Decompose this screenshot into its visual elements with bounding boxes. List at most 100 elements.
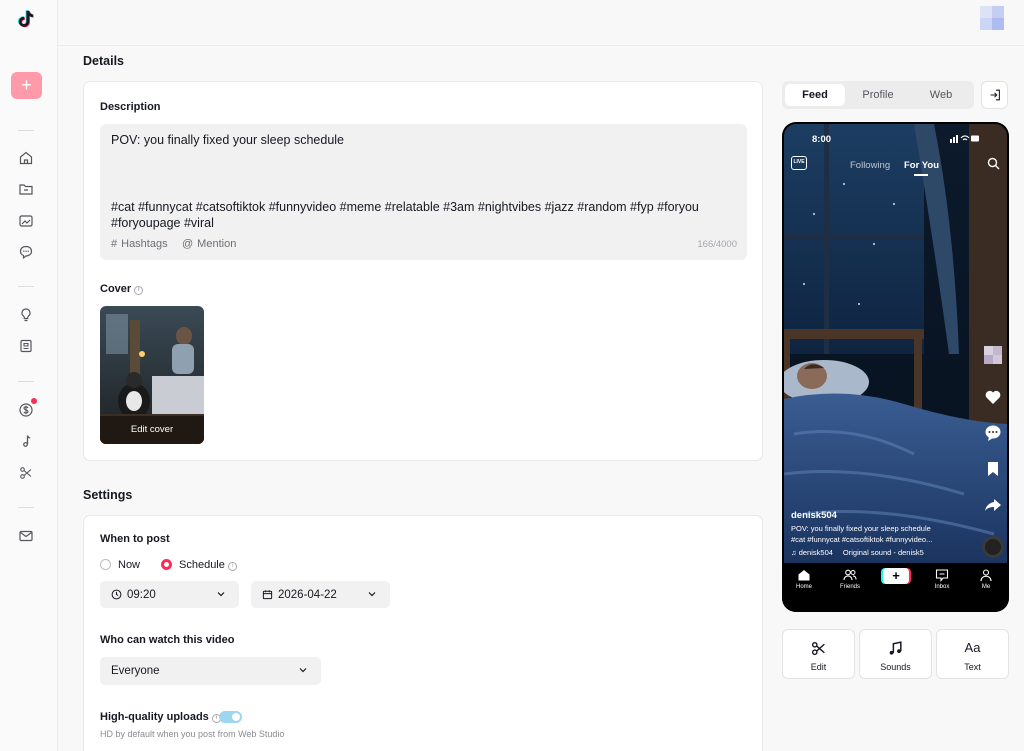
description-first-line: POV: you finally fixed your sleep schedu… <box>111 133 344 147</box>
time-select[interactable]: 09:20 <box>100 581 239 608</box>
schedule-label-text: Schedule <box>179 559 225 571</box>
video-frame <box>784 124 1007 563</box>
phone-bottom-nav: Home Friends + Inbox Me <box>782 563 1009 612</box>
sidebar-item-academy[interactable] <box>18 338 34 354</box>
hashtags-button[interactable]: # Hashtags <box>111 238 168 250</box>
sound-disc-icon[interactable] <box>982 536 1004 558</box>
sidebar-divider <box>18 286 34 287</box>
phone-caption-line-1: POV: you finally fixed your sleep schedu… <box>791 524 931 533</box>
exit-icon <box>990 89 1000 101</box>
phone-tab-following[interactable]: Following <box>850 160 890 171</box>
date-select[interactable]: 2026-04-22 <box>251 581 390 608</box>
music-note-icon: ♫ <box>791 548 799 557</box>
comment-icon <box>19 245 33 259</box>
lightbulb-icon <box>21 308 31 322</box>
sounds-label: Sounds <box>880 662 911 672</box>
privacy-value: Everyone <box>111 665 160 677</box>
phone-nav-home[interactable]: Home <box>784 568 824 590</box>
phone-status-time: 8:00 <box>812 134 832 145</box>
edit-label: Edit <box>810 662 827 672</box>
hq-uploads-toggle[interactable] <box>219 711 242 723</box>
when-to-post-label: When to post <box>100 533 170 545</box>
tab-web[interactable]: Web <box>911 84 971 106</box>
creator-avatar[interactable] <box>984 346 1002 364</box>
sidebar-item-analytics[interactable] <box>18 213 34 229</box>
heart-icon[interactable] <box>984 388 1002 406</box>
search-icon[interactable] <box>987 157 1000 170</box>
top-bar <box>58 0 1024 46</box>
now-radio[interactable] <box>100 559 111 570</box>
comment-icon[interactable] <box>984 424 1002 442</box>
settings-section-title: Settings <box>83 488 133 502</box>
friends-icon <box>843 569 857 581</box>
tab-profile[interactable]: Profile <box>847 84 909 106</box>
sound-name: Original sound - denisk5 <box>842 548 924 557</box>
phone-nav-me[interactable]: Me <box>966 568 1006 590</box>
at-icon: @ <box>182 238 194 250</box>
now-radio-label: Now <box>118 559 141 571</box>
hashtags-label: Hashtags <box>121 238 168 250</box>
sounds-button[interactable]: Sounds <box>859 629 932 679</box>
bookmark-icon[interactable] <box>984 460 1002 478</box>
share-icon[interactable] <box>984 496 1002 514</box>
sidebar-item-sounds[interactable] <box>18 433 34 449</box>
privacy-select[interactable]: Everyone <box>100 657 321 685</box>
phone-caption-line-2: #cat #funnycat #catsoftiktok #funnyvideo… <box>791 535 933 544</box>
info-icon[interactable]: i <box>134 286 144 295</box>
sidebar-item-feedback[interactable] <box>18 528 34 544</box>
tab-feed[interactable]: Feed <box>785 84 845 106</box>
hq-uploads-label: High-quality uploads i <box>100 711 221 723</box>
create-button[interactable]: + <box>11 72 42 99</box>
plus-icon: + <box>21 75 32 95</box>
video-preview[interactable]: 8:00 LIVE Following For You denisk504 PO… <box>784 124 1007 563</box>
sidebar-item-inspiration[interactable] <box>18 307 34 323</box>
music-note-icon <box>889 641 902 655</box>
cover-thumbnail[interactable]: Edit cover <box>100 306 204 444</box>
sidebar: + <box>0 0 58 751</box>
sidebar-item-comments[interactable] <box>18 244 34 260</box>
dollar-icon <box>19 403 33 417</box>
edit-cover-button[interactable]: Edit cover <box>100 416 204 444</box>
music-note-icon <box>23 435 31 447</box>
avatar[interactable] <box>980 6 1004 30</box>
home-icon <box>19 151 33 165</box>
text-button[interactable]: Aa Text <box>936 629 1009 679</box>
nav-home-label: Home <box>795 584 812 590</box>
mail-icon <box>19 530 33 542</box>
description-hashtags: #cat #funnycat #catsoftiktok #funnyvideo… <box>111 200 699 230</box>
sidebar-item-posts[interactable] <box>18 181 34 197</box>
settings-card: When to post Now Schedule i 09:20 2026-04… <box>83 515 763 751</box>
chevron-down-icon <box>217 592 225 597</box>
hq-label-text: High-quality uploads <box>100 711 209 723</box>
phone-username: denisk504 <box>791 510 837 521</box>
chevron-down-icon <box>299 668 307 673</box>
active-tab-underline <box>914 174 928 176</box>
exit-preview-button[interactable] <box>981 81 1008 109</box>
nav-inbox-label: Inbox <box>934 584 950 590</box>
nav-friends-label: Friends <box>839 584 860 590</box>
sidebar-item-home[interactable] <box>18 150 34 166</box>
cover-label: Cover i <box>100 283 144 295</box>
live-icon[interactable]: LIVE <box>791 156 807 170</box>
scissors-icon <box>811 641 825 656</box>
phone-nav-create[interactable]: + <box>876 568 916 584</box>
description-input[interactable]: POV: you finally fixed your sleep schedu… <box>100 124 747 260</box>
cover-label-text: Cover <box>100 283 132 295</box>
sound-user: denisk504 <box>798 548 833 557</box>
details-section-title: Details <box>83 54 124 68</box>
phone-nav-friends[interactable]: Friends <box>830 568 870 590</box>
sidebar-item-monetization[interactable] <box>18 398 37 418</box>
details-card: Description POV: you finally fixed your … <box>83 81 763 461</box>
nav-me-label: Me <box>981 584 991 590</box>
tiktok-logo-icon[interactable] <box>15 8 37 30</box>
info-icon[interactable]: i <box>227 562 237 571</box>
phone-tab-for-you[interactable]: For You <box>904 160 939 171</box>
mention-button[interactable]: @ Mention <box>182 238 236 250</box>
book-icon <box>20 339 32 353</box>
schedule-radio-label: Schedule i <box>179 559 237 571</box>
phone-preview: 8:00 LIVE Following For You denisk504 PO… <box>782 122 1009 612</box>
edit-button[interactable]: Edit <box>782 629 855 679</box>
schedule-radio[interactable] <box>161 559 172 570</box>
phone-nav-inbox[interactable]: Inbox <box>922 568 962 590</box>
sidebar-item-tools[interactable] <box>18 465 34 481</box>
